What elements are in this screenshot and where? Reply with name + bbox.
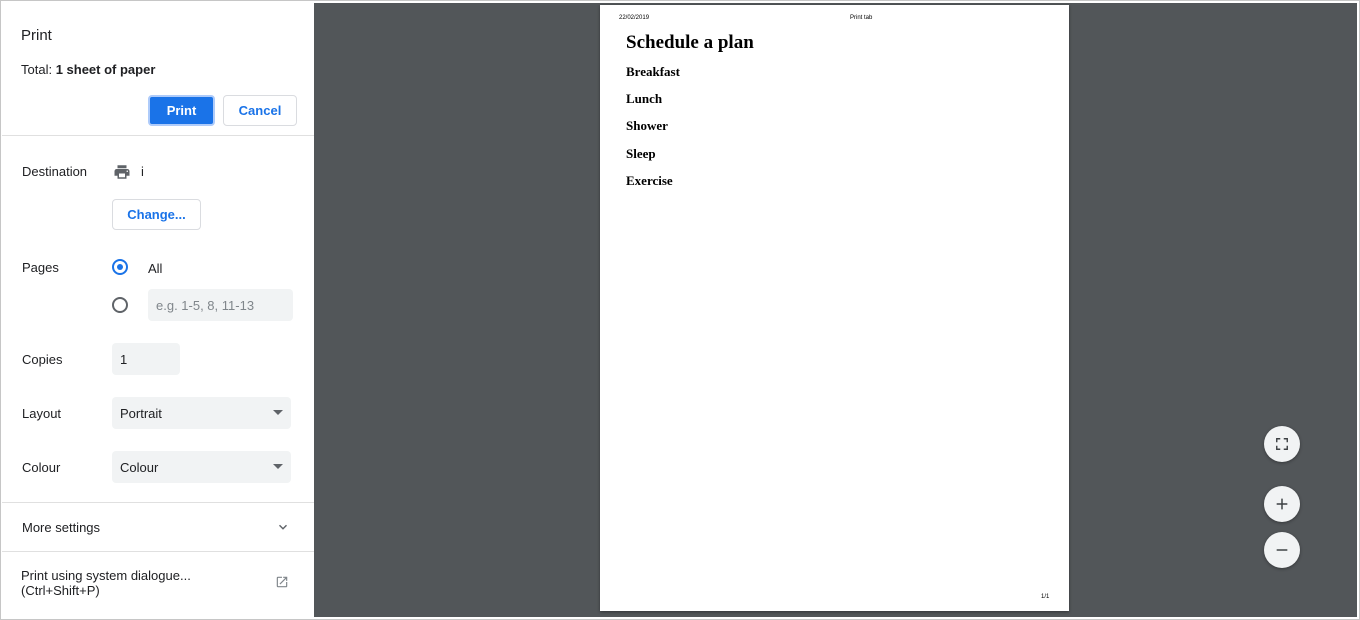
destination-label: Destination <box>22 164 88 179</box>
page-header-title: Print tab <box>850 15 873 21</box>
colour-select[interactable]: Colour <box>112 451 291 483</box>
sheet-total: Total: 1 sheet of paper <box>21 62 155 77</box>
print-settings-panel: Print Total: 1 sheet of paper Print Canc… <box>2 3 314 617</box>
page-list-item: Lunch <box>626 91 663 106</box>
zoom-out-button[interactable] <box>1264 532 1300 568</box>
pages-custom-radio[interactable] <box>112 297 128 313</box>
change-destination-button[interactable]: Change... <box>112 199 201 230</box>
printer-icon <box>114 165 130 179</box>
copies-input[interactable]: 1 <box>112 343 180 375</box>
chevron-down-icon <box>279 524 287 530</box>
zoom-in-icon <box>1276 498 1288 510</box>
sheet-total-value: 1 sheet of paper <box>55 62 156 77</box>
print-button[interactable]: Print <box>148 95 215 126</box>
page-list-item: Breakfast <box>626 64 680 79</box>
system-dialogue-text: Print using system dialogue... <box>21 568 191 583</box>
open-external-icon[interactable] <box>275 575 289 589</box>
page-header-date: 22/02/2019 <box>619 15 650 21</box>
system-dialogue-link[interactable]: Print using system dialogue... (Ctrl+Shi… <box>21 568 191 598</box>
dialog-title: Print <box>21 27 52 44</box>
dropdown-arrow-icon <box>273 410 283 415</box>
destination-value: i <box>141 164 144 179</box>
system-dialogue-shortcut: (Ctrl+Shift+P) <box>21 583 100 598</box>
zoom-in-button[interactable] <box>1264 486 1300 522</box>
pages-custom-input[interactable]: e.g. 1-5, 8, 11-13 <box>148 289 293 321</box>
copies-value: 1 <box>120 351 128 367</box>
more-settings-toggle[interactable]: More settings <box>2 503 314 551</box>
page-number: 1/1 <box>1041 594 1050 600</box>
page-list-item: Exercise <box>626 173 673 188</box>
page-list-item: Sleep <box>626 146 656 161</box>
layout-select[interactable]: Portrait <box>112 397 291 429</box>
page-list-item: Shower <box>626 118 668 133</box>
more-settings-label: More settings <box>22 520 101 535</box>
divider <box>2 551 314 552</box>
pages-all-radio[interactable] <box>112 259 128 275</box>
fit-to-page-button[interactable] <box>1264 426 1300 462</box>
zoom-out-icon <box>1276 549 1288 551</box>
divider <box>2 135 314 136</box>
layout-selected: Portrait <box>120 405 162 421</box>
fit-to-page-icon <box>1276 438 1288 450</box>
sheet-total-prefix: Total: <box>21 62 56 77</box>
layout-label: Layout <box>22 406 62 421</box>
colour-selected: Colour <box>120 459 159 475</box>
preview-page: 22/02/2019 Print tab Schedule a plan Bre… <box>600 5 1069 611</box>
colour-label: Colour <box>22 460 61 475</box>
cancel-button[interactable]: Cancel <box>223 95 297 126</box>
pages-custom-placeholder: e.g. 1-5, 8, 11-13 <box>156 297 255 313</box>
print-preview-area: 22/02/2019 Print tab Schedule a plan Bre… <box>314 3 1357 617</box>
dropdown-arrow-icon <box>273 464 283 469</box>
pages-label: Pages <box>22 260 59 275</box>
pages-all-label: All <box>148 261 163 276</box>
page-heading: Schedule a plan <box>626 32 754 53</box>
copies-label: Copies <box>22 352 63 367</box>
